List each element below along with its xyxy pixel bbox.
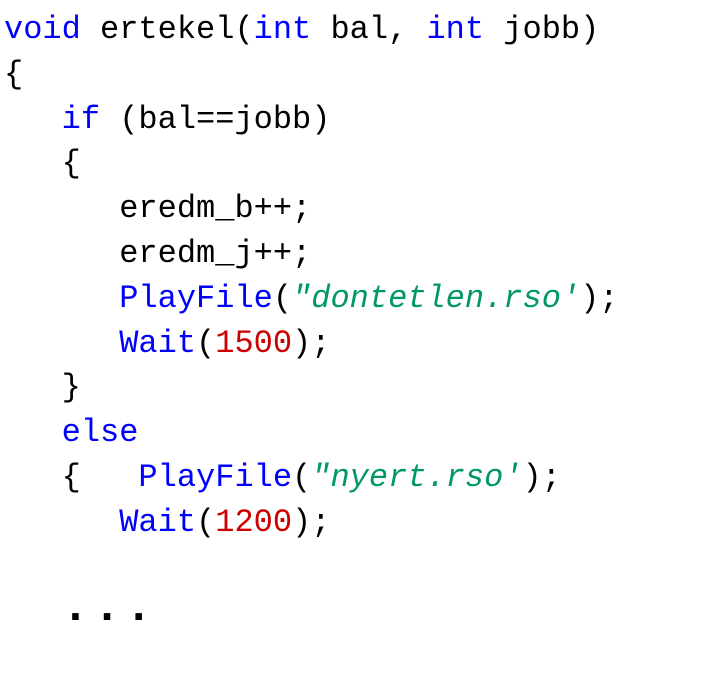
keyword-void: void — [4, 11, 81, 48]
stmt-eredm-j: eredm_j++; — [119, 235, 311, 272]
brace: { — [62, 145, 81, 182]
fn-wait: Wait — [119, 504, 196, 541]
num-1500: 1500 — [215, 325, 292, 362]
keyword-else: else — [62, 414, 139, 451]
keyword-int: int — [426, 11, 484, 48]
fn-playfile: PlayFile — [119, 280, 273, 317]
fn-playfile: PlayFile — [138, 459, 292, 496]
keyword-if: if — [62, 101, 100, 138]
brace: { — [4, 56, 23, 93]
code-block: void ertekel(int bal, int jobb) { if (ba… — [0, 0, 716, 643]
brace: { — [62, 459, 81, 496]
string-dontetlen: "dontetlen.rso' — [292, 280, 580, 317]
num-1200: 1200 — [215, 504, 292, 541]
stmt-eredm-b: eredm_b++; — [119, 190, 311, 227]
function-name: ertekel — [100, 11, 234, 48]
brace: } — [62, 369, 81, 406]
keyword-int: int — [254, 11, 312, 48]
fn-wait: Wait — [119, 325, 196, 362]
param-jobb: jobb — [503, 11, 580, 48]
if-condition: (bal==jobb) — [119, 101, 330, 138]
string-nyert: "nyert.rso' — [311, 459, 522, 496]
param-bal: bal — [330, 11, 388, 48]
ellipsis: ... — [62, 582, 157, 634]
